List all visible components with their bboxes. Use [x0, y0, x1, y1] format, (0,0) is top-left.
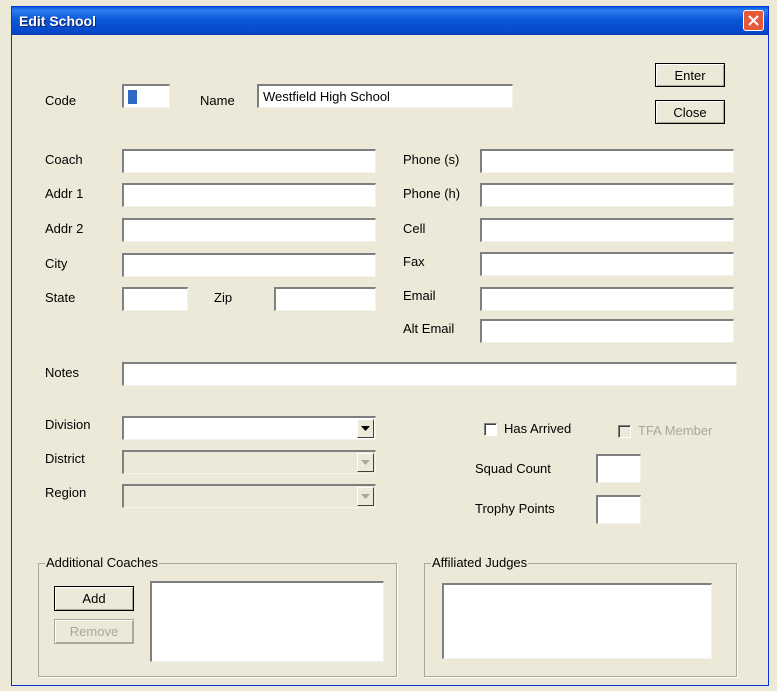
- cell-label: Cell: [403, 221, 426, 236]
- trophy-points-field[interactable]: [596, 495, 641, 524]
- close-button[interactable]: Close: [655, 100, 725, 124]
- phone-h-label: Phone (h): [403, 186, 461, 201]
- affiliated-judges-label: Affiliated Judges: [431, 555, 529, 570]
- fax-field[interactable]: [480, 252, 734, 276]
- coach-label: Coach: [45, 152, 83, 167]
- region-dropdown[interactable]: [122, 484, 376, 508]
- email-label: Email: [403, 288, 436, 303]
- addr2-field[interactable]: [122, 218, 376, 242]
- cell-field[interactable]: [480, 218, 734, 242]
- notes-label: Notes: [45, 365, 79, 380]
- name-field[interactable]: [257, 84, 513, 108]
- chevron-down-icon[interactable]: [357, 487, 374, 506]
- division-dropdown[interactable]: [122, 416, 376, 440]
- state-field[interactable]: [122, 287, 188, 311]
- region-label: Region: [45, 485, 87, 500]
- zip-field[interactable]: [274, 287, 376, 311]
- tfa-member-label: TFA Member: [638, 423, 713, 438]
- code-field[interactable]: [122, 84, 170, 108]
- enter-button[interactable]: Enter: [655, 63, 725, 87]
- name-label: Name: [200, 93, 235, 108]
- affiliated-judges-list[interactable]: [442, 583, 712, 659]
- squad-count-label: Squad Count: [475, 461, 551, 476]
- coach-field[interactable]: [122, 149, 376, 173]
- remove-coach-button[interactable]: Remove: [54, 619, 134, 644]
- addr2-label: Addr 2: [45, 221, 84, 236]
- state-label: State: [45, 290, 76, 305]
- phone-s-field[interactable]: [480, 149, 734, 173]
- edit-school-dialog: Edit School Enter Close Code Name Coach …: [11, 6, 769, 686]
- notes-field[interactable]: [122, 362, 737, 386]
- phone-s-label: Phone (s): [403, 152, 460, 167]
- additional-coaches-label: Additional Coaches: [45, 555, 160, 570]
- trophy-points-label: Trophy Points: [475, 501, 555, 516]
- fax-label: Fax: [403, 254, 425, 269]
- district-label: District: [45, 451, 85, 466]
- chevron-down-icon[interactable]: [357, 419, 374, 438]
- alt-email-field[interactable]: [480, 319, 734, 343]
- addr1-label: Addr 1: [45, 186, 84, 201]
- district-dropdown[interactable]: [122, 450, 376, 474]
- email-field[interactable]: [480, 287, 734, 311]
- division-label: Division: [45, 417, 91, 432]
- addr1-field[interactable]: [122, 183, 376, 207]
- alt-email-label: Alt Email: [403, 321, 455, 336]
- text-caret: [128, 89, 137, 104]
- code-label: Code: [45, 93, 77, 108]
- zip-label: Zip: [214, 290, 233, 305]
- has-arrived-label: Has Arrived: [504, 421, 572, 436]
- tfa-member-checkbox[interactable]: [618, 425, 631, 438]
- has-arrived-checkbox[interactable]: [484, 423, 497, 436]
- add-coach-button[interactable]: Add: [54, 586, 134, 611]
- window-title: Edit School: [19, 13, 96, 29]
- city-label: City: [45, 256, 68, 271]
- phone-h-field[interactable]: [480, 183, 734, 207]
- close-icon[interactable]: [743, 10, 764, 31]
- title-bar[interactable]: Edit School: [12, 7, 768, 35]
- city-field[interactable]: [122, 253, 376, 277]
- chevron-down-icon[interactable]: [357, 453, 374, 472]
- additional-coaches-list[interactable]: [150, 581, 384, 662]
- squad-count-field[interactable]: [596, 454, 641, 483]
